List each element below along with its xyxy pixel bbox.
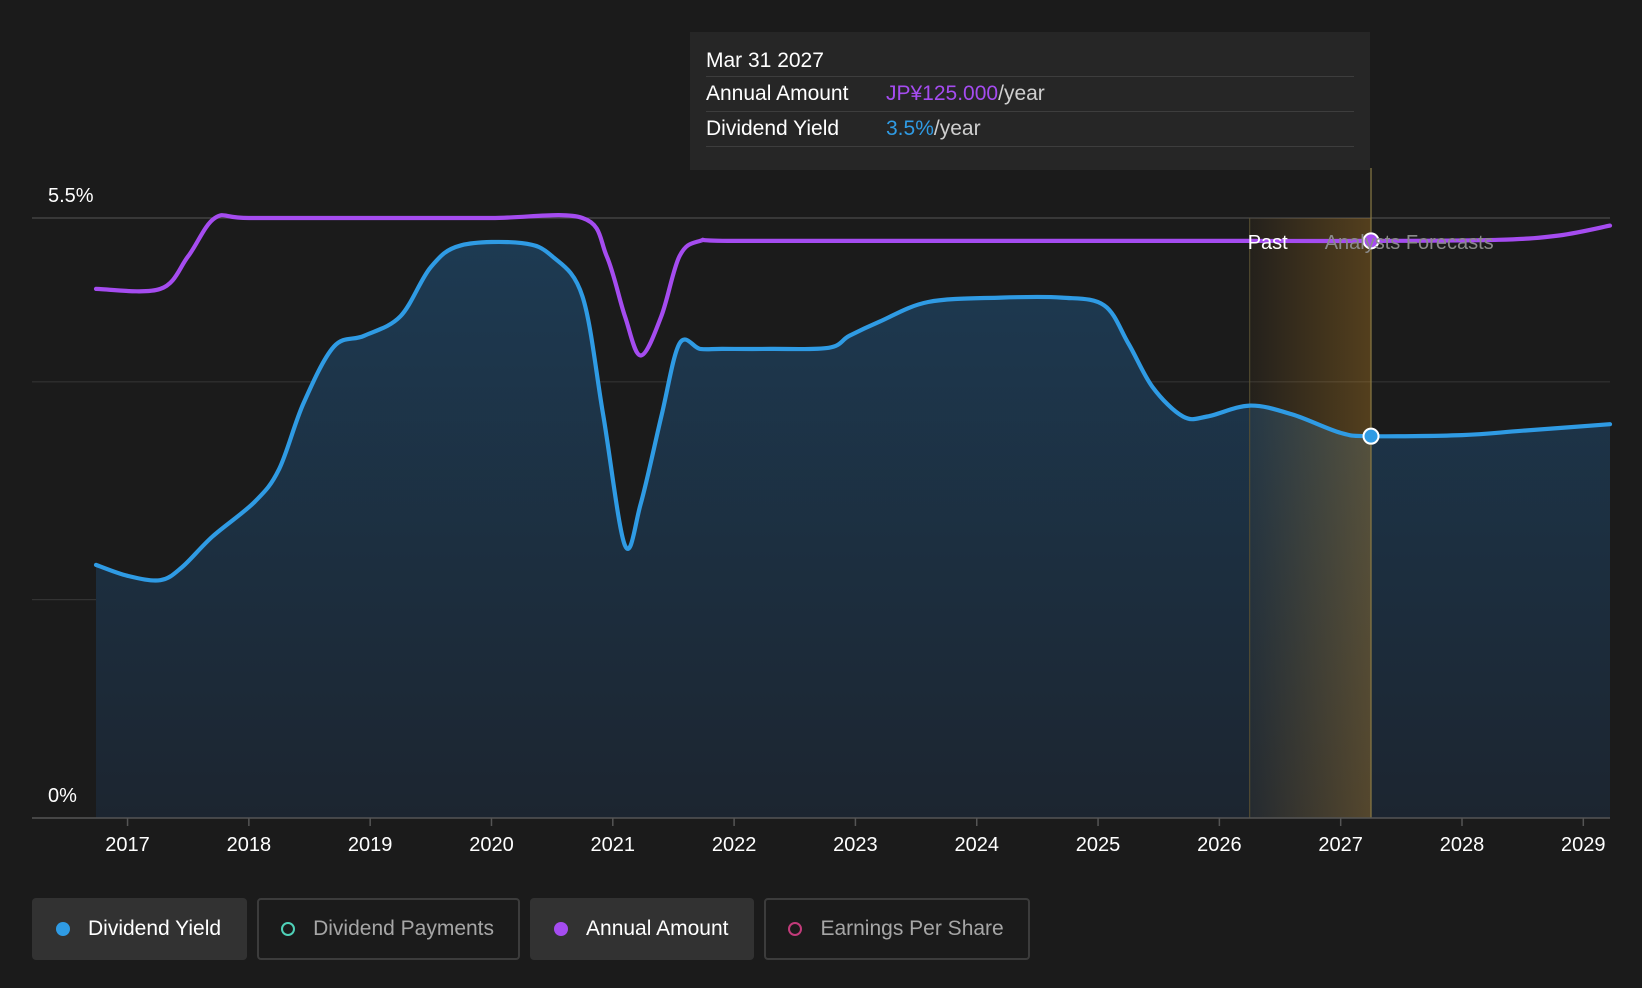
chart-legend: Dividend Yield Dividend Payments Annual … <box>32 898 1030 960</box>
tooltip-unit: /year <box>933 117 981 140</box>
tooltip-row-annual-amount: Annual Amount JP¥125.000 /year <box>706 77 1354 112</box>
x-tick-label: 2027 <box>1318 834 1363 856</box>
x-tick-label: 2021 <box>591 834 636 856</box>
legend-earnings-per-share[interactable]: Earnings Per Share <box>764 898 1030 960</box>
tooltip-label: Annual Amount <box>706 82 849 105</box>
y-axis-label-max: 5.5% <box>48 185 94 207</box>
earnings-per-share-dot-icon <box>788 922 803 936</box>
tooltip-value: JP¥125.000 <box>886 82 999 105</box>
x-tick-label: 2029 <box>1561 834 1606 856</box>
legend-label: Earnings Per Share <box>820 917 1004 940</box>
legend-label: Dividend Payments <box>313 917 495 940</box>
forecast-label: Analysts Forecasts <box>1325 232 1494 254</box>
dividend-yield-marker <box>1362 427 1380 445</box>
dividend-yield-dot-icon <box>56 922 70 936</box>
yield-area-layer <box>96 241 1610 819</box>
legend-label: Annual Amount <box>586 917 729 940</box>
x-tick-label: 2025 <box>1076 834 1121 856</box>
x-tick-label: 2028 <box>1440 834 1485 856</box>
x-tick-label: 2022 <box>712 834 757 856</box>
forecast-band <box>1249 218 1372 818</box>
x-tick-label: 2023 <box>833 834 878 856</box>
x-tick-label: 2017 <box>105 834 150 856</box>
forecast-band-layer <box>1249 168 1372 818</box>
tooltip-unit: /year <box>998 82 1045 105</box>
past-label: Past <box>1248 232 1288 254</box>
y-axis-label-min: 0% <box>48 785 77 807</box>
x-tick-label: 2020 <box>469 834 514 856</box>
annual-amount-dot-icon <box>554 922 569 936</box>
chart-tooltip: Mar 31 2027 Annual Amount JP¥125.000 /ye… <box>690 32 1370 170</box>
dividend-yield-area <box>96 241 1610 819</box>
x-axis: 2017 2018 2019 2020 2021 2022 2023 2024 2025 2026… <box>32 817 1610 856</box>
x-tick-label: 2026 <box>1197 834 1242 856</box>
tooltip-date: Mar 31 2027 <box>706 46 1354 77</box>
legend-dividend-yield[interactable]: Dividend Yield <box>32 898 248 960</box>
tooltip-label: Dividend Yield <box>706 117 840 140</box>
x-tick-label: 2019 <box>348 834 393 856</box>
dividend-payments-dot-icon <box>281 922 296 936</box>
tooltip-row-dividend-yield: Dividend Yield 3.5% /year <box>706 112 1354 147</box>
legend-annual-amount[interactable]: Annual Amount <box>530 898 755 960</box>
x-tick-label: 2024 <box>954 834 999 856</box>
x-tick-label: 2018 <box>227 834 272 856</box>
legend-dividend-payments[interactable]: Dividend Payments <box>257 898 521 960</box>
tooltip-value: 3.5% <box>886 117 934 140</box>
legend-label: Dividend Yield <box>88 917 222 940</box>
